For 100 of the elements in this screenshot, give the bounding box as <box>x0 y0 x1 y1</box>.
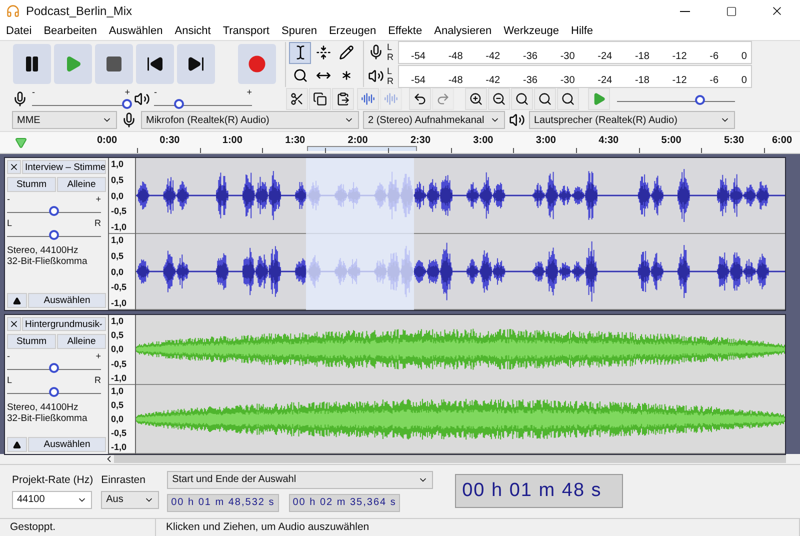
channel-label: L <box>387 66 394 76</box>
skip-start-button[interactable] <box>136 44 174 84</box>
horizontal-scrollbar[interactable] <box>114 455 786 464</box>
selection-start-field[interactable]: 00 h 01 m 48,532 s <box>167 494 279 512</box>
close-icon <box>770 4 784 18</box>
scale-label: -1,0 <box>111 298 128 308</box>
meter-tick-label: -36 <box>522 74 538 86</box>
time-ruler-label: 4:30 <box>598 134 619 146</box>
volume-slider-thumb[interactable] <box>122 99 132 110</box>
zoom-fit-icon <box>538 92 552 106</box>
scale-label: 0,5 <box>111 250 125 261</box>
pan-slider-thumb[interactable] <box>49 230 59 240</box>
scale-label: -1,0 <box>111 222 128 232</box>
device-dropdown[interactable]: MME <box>12 111 117 130</box>
selection-bracket[interactable] <box>306 146 417 151</box>
zoom-fit-button[interactable] <box>511 88 533 110</box>
time-ruler-label: 1:00 <box>222 134 242 146</box>
zoom-fit-button[interactable] <box>534 88 556 110</box>
mute-button[interactable]: Stumm <box>7 334 56 350</box>
microphone-icon <box>368 44 384 60</box>
play-icon <box>592 92 606 106</box>
stop-button[interactable] <box>95 44 133 84</box>
zoom-out-button[interactable] <box>488 88 510 110</box>
slider-label: R <box>94 219 101 228</box>
track-name-menu[interactable]: Interview – Stimme <box>22 160 106 174</box>
meter-tick-label: -30 <box>560 74 575 86</box>
scale-label: -0,5 <box>111 282 128 292</box>
skip-end-button[interactable] <box>177 44 215 84</box>
scale-label: 1,0 <box>111 159 125 170</box>
menu-item[interactable]: Erzeugen <box>322 22 382 40</box>
selection-mode-dropdown[interactable]: Start und Ende der Auswahl <box>167 470 434 489</box>
scale-label: -0,5 <box>111 428 128 438</box>
time-display[interactable]: 00 h 01 m 48 s <box>455 474 624 508</box>
mute-button[interactable]: Stumm <box>7 177 56 192</box>
gain-slider-thumb[interactable] <box>49 363 59 374</box>
status-hint: Klicken und Ziehen, um Audio auszuwählen <box>156 518 800 536</box>
rate-dropdown[interactable]: 44100 <box>12 490 92 509</box>
meter-tick-label: -12 <box>672 50 687 62</box>
record-button[interactable] <box>238 44 276 84</box>
track-info: Stereo, 44100Hz 32-Bit-Fließkomma <box>7 402 88 424</box>
level-meter[interactable]: -54 -48 -42 -36 -30 -24 -18 -12 -6 0 <box>398 40 752 64</box>
collapse-button[interactable] <box>7 437 27 452</box>
close-track-button[interactable] <box>7 317 21 332</box>
menu-item[interactable]: Effekte <box>382 22 428 40</box>
pencil-icon <box>338 45 354 60</box>
trim-button[interactable] <box>357 88 379 110</box>
menu-item[interactable]: Transport <box>216 22 276 40</box>
select-button[interactable]: Auswählen <box>28 293 106 308</box>
menu-item[interactable]: Hilfe <box>565 22 600 40</box>
waveform-area[interactable] <box>136 158 785 310</box>
pan-slider-thumb[interactable] <box>49 387 59 398</box>
play-at-speed-button[interactable] <box>588 88 610 110</box>
select-button[interactable]: Auswählen <box>28 437 106 452</box>
zoom-toggle-button[interactable] <box>557 88 579 110</box>
undo-button[interactable] <box>409 88 431 110</box>
copy-button[interactable] <box>309 88 331 110</box>
zoom-icon <box>292 68 308 84</box>
scissors-button[interactable] <box>286 88 308 110</box>
snap-dropdown[interactable]: Aus <box>101 490 160 509</box>
solo-button[interactable]: Alleine <box>57 177 106 192</box>
copy-icon <box>313 92 327 106</box>
pause-button[interactable] <box>13 44 51 84</box>
stop-icon <box>105 55 123 74</box>
meter-tick-label: -6 <box>710 50 719 62</box>
triangle-icon <box>13 440 21 449</box>
track-name-menu[interactable]: Hintergrundmusik <box>22 317 106 332</box>
time-ruler-label: 3:00 <box>536 134 556 146</box>
speed-slider-thumb[interactable] <box>694 94 705 105</box>
menu-item[interactable]: Analysieren <box>428 22 498 40</box>
maximize-icon <box>726 6 736 16</box>
zoom-in-button[interactable] <box>465 88 487 110</box>
time-ruler-label: 5:00 <box>661 134 682 146</box>
device-dropdown[interactable]: Lautsprecher (Realtek(R) Audio) <box>529 111 735 130</box>
meter-tick-label: -36 <box>522 50 538 62</box>
menu-item[interactable]: Spuren <box>275 22 323 40</box>
playhead-icon[interactable] <box>15 136 27 149</box>
menu-item[interactable]: Ansicht <box>168 22 217 40</box>
menu-item[interactable]: Datei <box>0 22 38 40</box>
close-track-button[interactable] <box>7 160 21 174</box>
zoom-toggle-icon <box>561 92 575 106</box>
device-dropdown[interactable]: Mikrofon (Realtek(R) Audio) <box>141 111 359 130</box>
device-dropdown[interactable]: 2 (Stereo) Aufnahmekanal <box>363 111 505 130</box>
meter-tick-label: -42 <box>486 50 500 62</box>
solo-button[interactable]: Alleine <box>57 334 106 350</box>
paste-button[interactable] <box>332 88 354 110</box>
collapse-button[interactable] <box>7 293 27 308</box>
menu-item[interactable]: Werkzeuge <box>498 22 566 40</box>
menu-item[interactable]: Auswählen <box>102 22 169 40</box>
meter-tick-label: 0 <box>741 74 747 86</box>
speaker-icon <box>509 112 525 128</box>
scale-label: -1,0 <box>111 442 128 452</box>
level-meter[interactable]: -54 -48 -42 -36 -30 -24 -18 -12 -6 0 <box>398 64 752 88</box>
scale-label: 0,0 <box>111 190 125 201</box>
menu-item[interactable]: Bearbeiten <box>38 22 103 40</box>
gain-slider-thumb[interactable] <box>49 206 59 216</box>
selection-end-field[interactable]: 00 h 02 m 35,364 s <box>288 494 400 512</box>
scale-label: 0,5 <box>111 330 125 340</box>
tool-button[interactable] <box>289 42 311 64</box>
volume-slider-thumb[interactable] <box>174 99 184 110</box>
channel-label: L <box>387 42 394 52</box>
